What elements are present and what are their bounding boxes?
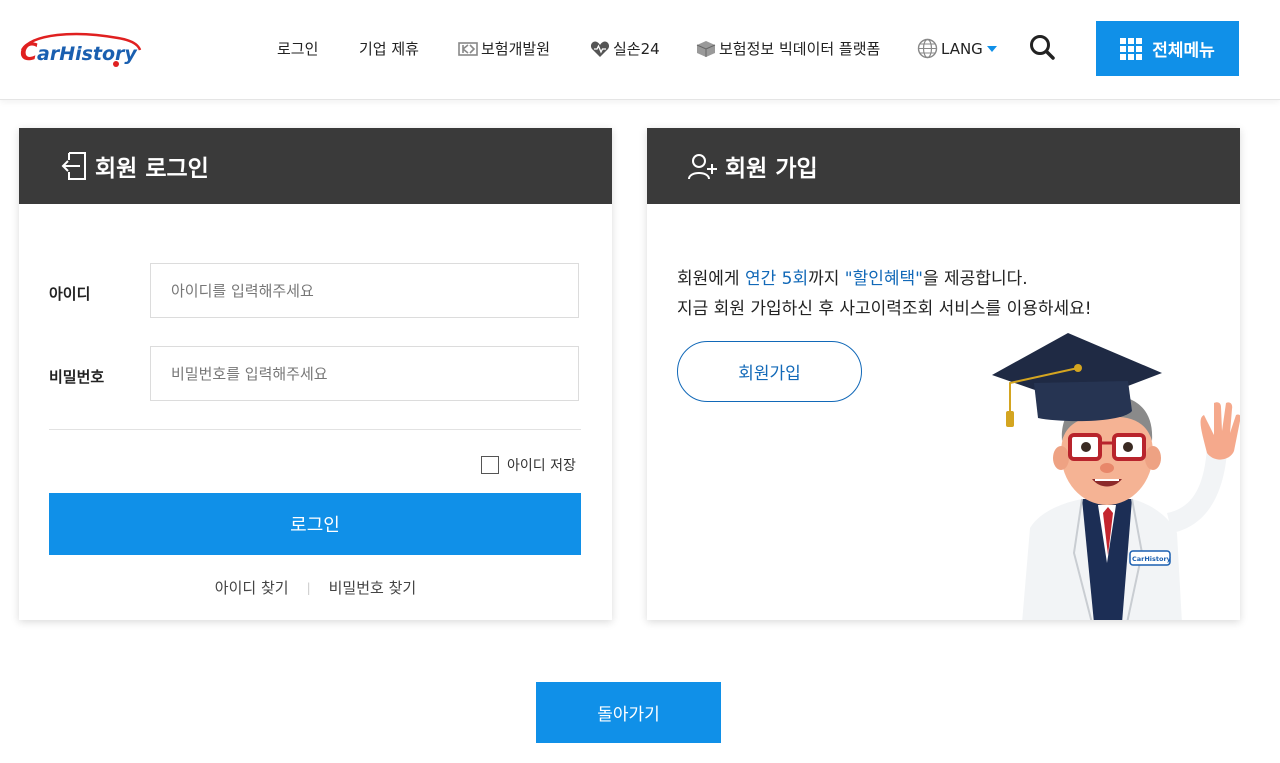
nav-partnership[interactable]: 기업 제휴 [359, 38, 419, 59]
login-panel-header: 회원 로그인 [19, 128, 612, 204]
signup-panel-title: 회원 가입 [725, 156, 818, 182]
svg-text:C: C [20, 38, 38, 66]
nav-login[interactable]: 로그인 [277, 38, 318, 59]
nav-kidi[interactable]: 보험개발원 [458, 38, 550, 59]
remember-id-checkbox[interactable]: 아이디 저장 [481, 455, 576, 475]
full-menu-button[interactable]: 전체메뉴 [1096, 21, 1239, 76]
full-menu-label: 전체메뉴 [1152, 41, 1215, 61]
site-header: C arHistory 로그인 기업 제휴 보험개발원 실손24 보험정보 빅데… [0, 0, 1280, 100]
nav-silson-label: 실손24 [613, 40, 660, 58]
carhistory-logo[interactable]: C arHistory [18, 28, 142, 70]
svg-text:arHistory: arHistory [37, 43, 138, 65]
find-links: 아이디 찾기 | 비밀번호 찾기 [19, 577, 612, 598]
password-label: 비밀번호 [49, 368, 105, 386]
signup-panel: 회원 가입 회원에게 연간 5회까지 "할인혜택"을 제공합니다. 지금 회원 … [647, 128, 1240, 620]
nav-partnership-label: 기업 제휴 [359, 40, 419, 58]
heart-icon [590, 41, 610, 57]
id-input[interactable] [150, 263, 579, 318]
grid-icon [1120, 37, 1143, 60]
login-arrow-icon [61, 152, 86, 180]
signup-button[interactable]: 회원가입 [677, 341, 862, 402]
promo-line-2: 지금 회원 가입하신 후 사고이력조회 서비스를 이용하세요! [677, 299, 1092, 319]
nav-login-label: 로그인 [277, 40, 319, 58]
remember-id-label: 아이디 저장 [507, 458, 576, 474]
link-separator: | [306, 580, 311, 595]
login-panel-title: 회원 로그인 [95, 156, 209, 182]
signup-promo-text: 회원에게 연간 5회까지 "할인혜택"을 제공합니다. 지금 회원 가입하신 후… [677, 264, 1092, 324]
find-password-link[interactable]: 비밀번호 찾기 [329, 577, 417, 598]
login-panel: 회원 로그인 아이디 비밀번호 아이디 저장 로그인 아이디 찾기 | 비밀번호… [19, 128, 612, 620]
nav-bigdata[interactable]: 보험정보 빅데이터 플랫폼 [696, 38, 880, 59]
login-button[interactable]: 로그인 [49, 493, 581, 555]
signup-panel-header: 회원 가입 [647, 128, 1240, 204]
checkbox-box[interactable] [481, 456, 499, 474]
id-label: 아이디 [49, 285, 91, 303]
promo-line-1: 회원에게 연간 5회까지 "할인혜택"을 제공합니다. [677, 269, 1028, 289]
nav-lang[interactable]: LANG [917, 38, 997, 59]
back-button[interactable]: 돌아가기 [536, 682, 721, 743]
search-icon[interactable] [1028, 33, 1056, 61]
kidi-logo-icon [458, 41, 478, 56]
add-user-icon [688, 154, 717, 180]
nav-kidi-label: 보험개발원 [481, 40, 551, 58]
chevron-down-icon [986, 45, 997, 52]
password-input[interactable] [150, 346, 579, 401]
nav-silson[interactable]: 실손24 [590, 38, 660, 59]
mascot-badge-text: CarHistory [1132, 555, 1172, 563]
nav-bigdata-label: 보험정보 빅데이터 플랫폼 [719, 40, 881, 58]
find-id-link[interactable]: 아이디 찾기 [215, 577, 289, 598]
nav-lang-label: LANG [941, 39, 983, 58]
globe-icon [917, 38, 938, 59]
divider [49, 429, 581, 430]
mascot-illustration: CarHistory [992, 333, 1240, 620]
box-icon [696, 40, 716, 57]
